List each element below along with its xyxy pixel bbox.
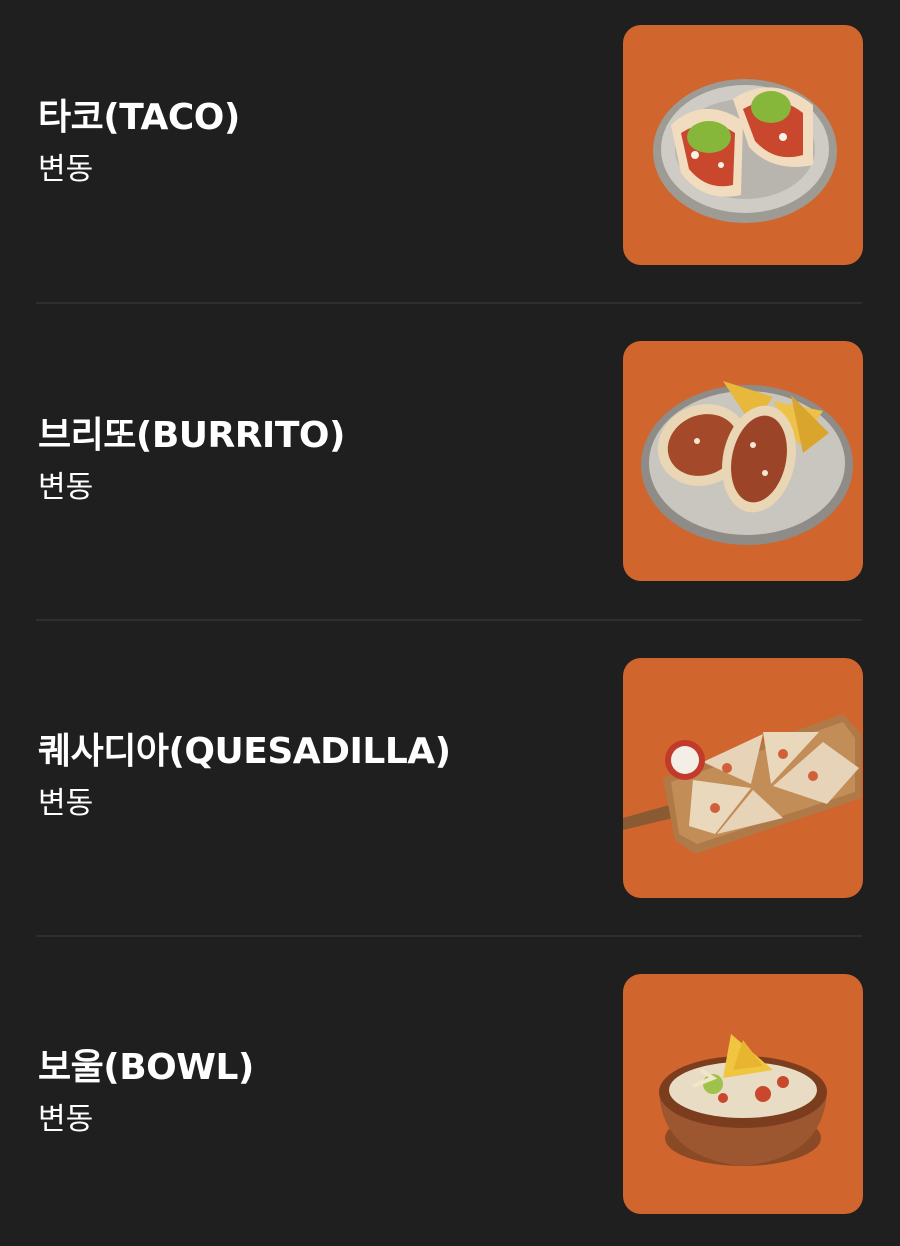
menu-item-burrito[interactable]: 브리또(BURRITO) 변동 xyxy=(0,316,900,632)
menu-item-taco[interactable]: 타코(TACO) 변동 xyxy=(0,0,900,316)
menu-item-name: 보울(BOWL) xyxy=(38,1047,254,1088)
menu-item-name: 브리또(BURRITO) xyxy=(38,415,345,456)
menu-item-price: 변동 xyxy=(38,152,94,187)
taco-plate-icon[interactable] xyxy=(623,25,863,265)
divider xyxy=(36,619,862,621)
quesadilla-board-icon[interactable] xyxy=(623,658,863,898)
divider xyxy=(36,302,862,304)
burrito-plate-icon[interactable] xyxy=(623,341,863,581)
menu-list: 타코(TACO) 변동 브리또(BURRITO) 변동 퀘사디아(QUESADI… xyxy=(0,0,900,1246)
divider xyxy=(36,935,862,937)
menu-item-quesadilla[interactable]: 퀘사디아(QUESADILLA) 변동 xyxy=(0,632,900,948)
bowl-icon[interactable] xyxy=(623,974,863,1214)
menu-item-name: 타코(TACO) xyxy=(38,97,240,138)
menu-item-price: 변동 xyxy=(38,786,94,821)
menu-item-price: 변동 xyxy=(38,1102,94,1137)
menu-item-name: 퀘사디아(QUESADILLA) xyxy=(38,731,451,772)
menu-item-bowl[interactable]: 보울(BOWL) 변동 xyxy=(0,948,900,1246)
menu-item-price: 변동 xyxy=(38,470,94,505)
